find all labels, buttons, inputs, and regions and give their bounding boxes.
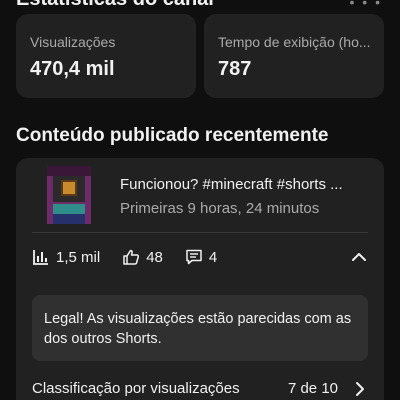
recent-content-title: Conteúdo publicado recentemente xyxy=(16,125,329,146)
views-stat-card[interactable]: Visualizações 470,4 mil xyxy=(16,14,196,98)
likes-metric: 48 xyxy=(122,248,163,266)
bar-chart-icon xyxy=(33,250,48,265)
ranking-label[interactable]: Classificação por visualizações xyxy=(32,380,240,397)
watch-time-stat-value: 787 xyxy=(218,58,252,80)
ranking-value: 7 de 10 xyxy=(287,380,338,397)
thumbs-up-icon xyxy=(123,249,140,265)
watch-time-stat-card[interactable]: Tempo de exibição (ho... 787 xyxy=(204,14,384,98)
chevron-up-icon[interactable] xyxy=(350,248,368,266)
comments-metric-value: 4 xyxy=(208,248,218,266)
likes-metric-value: 48 xyxy=(146,248,163,266)
insight-text: Legal! As visualizações estão parecidas … xyxy=(44,311,352,347)
divider xyxy=(32,232,368,233)
views-stat-label: Visualizações xyxy=(30,34,116,50)
views-metric-value: 1,5 mil xyxy=(56,248,101,266)
video-metrics: 1,5 mil 48 4 xyxy=(32,246,239,268)
watch-time-stat-label: Tempo de exibição (ho... xyxy=(218,34,371,50)
views-metric: 1,5 mil xyxy=(32,248,100,266)
page-title: Estatísticas do canal xyxy=(16,0,214,11)
video-title[interactable]: Funcionou? #minecraft #shorts ... xyxy=(120,176,372,193)
video-subtitle: Primeiras 9 horas, 24 minutos xyxy=(120,200,320,217)
comment-icon xyxy=(186,249,202,265)
chevron-right-icon[interactable] xyxy=(352,380,368,398)
video-thumbnail[interactable] xyxy=(47,166,91,224)
recent-video-card: Funcionou? #minecraft #shorts ... Primei… xyxy=(16,158,384,400)
channel-analytics-page: Estatísticas do canal • • • Visualizaçõe… xyxy=(0,0,400,400)
views-stat-value: 470,4 mil xyxy=(30,58,115,80)
more-dots-icon[interactable]: • • • xyxy=(350,0,382,10)
comments-metric: 4 xyxy=(185,248,217,266)
insight-box: Legal! As visualizações estão parecidas … xyxy=(32,295,368,361)
